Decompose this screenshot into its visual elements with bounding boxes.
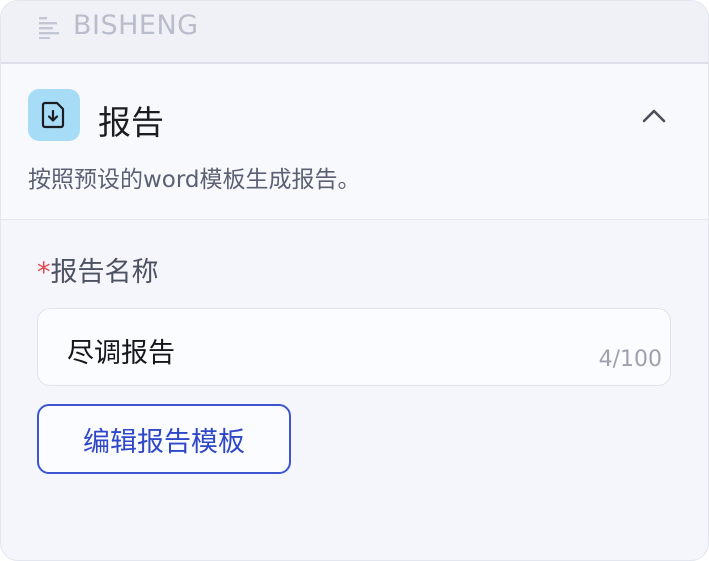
report-name-value: 尽调报告 — [67, 338, 175, 369]
required-mark: * — [37, 257, 51, 288]
text-lines-icon — [39, 15, 61, 39]
edit-template-button[interactable]: 编辑报告模板 — [37, 404, 291, 474]
report-name-input[interactable]: 尽调报告 4/100 — [37, 308, 671, 386]
chevron-up-icon[interactable] — [637, 102, 671, 130]
node-title: 报告 — [98, 103, 164, 142]
report-node-card: BISHENG 报告 按照预设的word模板生成报告。 *报告名称 尽调报告 4… — [0, 0, 709, 561]
file-download-icon — [28, 89, 80, 141]
brand-header: BISHENG — [1, 1, 708, 64]
node-description: 按照预设的word模板生成报告。 — [28, 167, 361, 193]
node-header: 报告 按照预设的word模板生成报告。 — [1, 64, 708, 220]
report-name-label-text: 报告名称 — [50, 257, 159, 288]
brand-name: BISHENG — [73, 10, 199, 41]
char-counter: 4/100 — [598, 347, 662, 372]
report-name-label: *报告名称 — [37, 250, 159, 289]
